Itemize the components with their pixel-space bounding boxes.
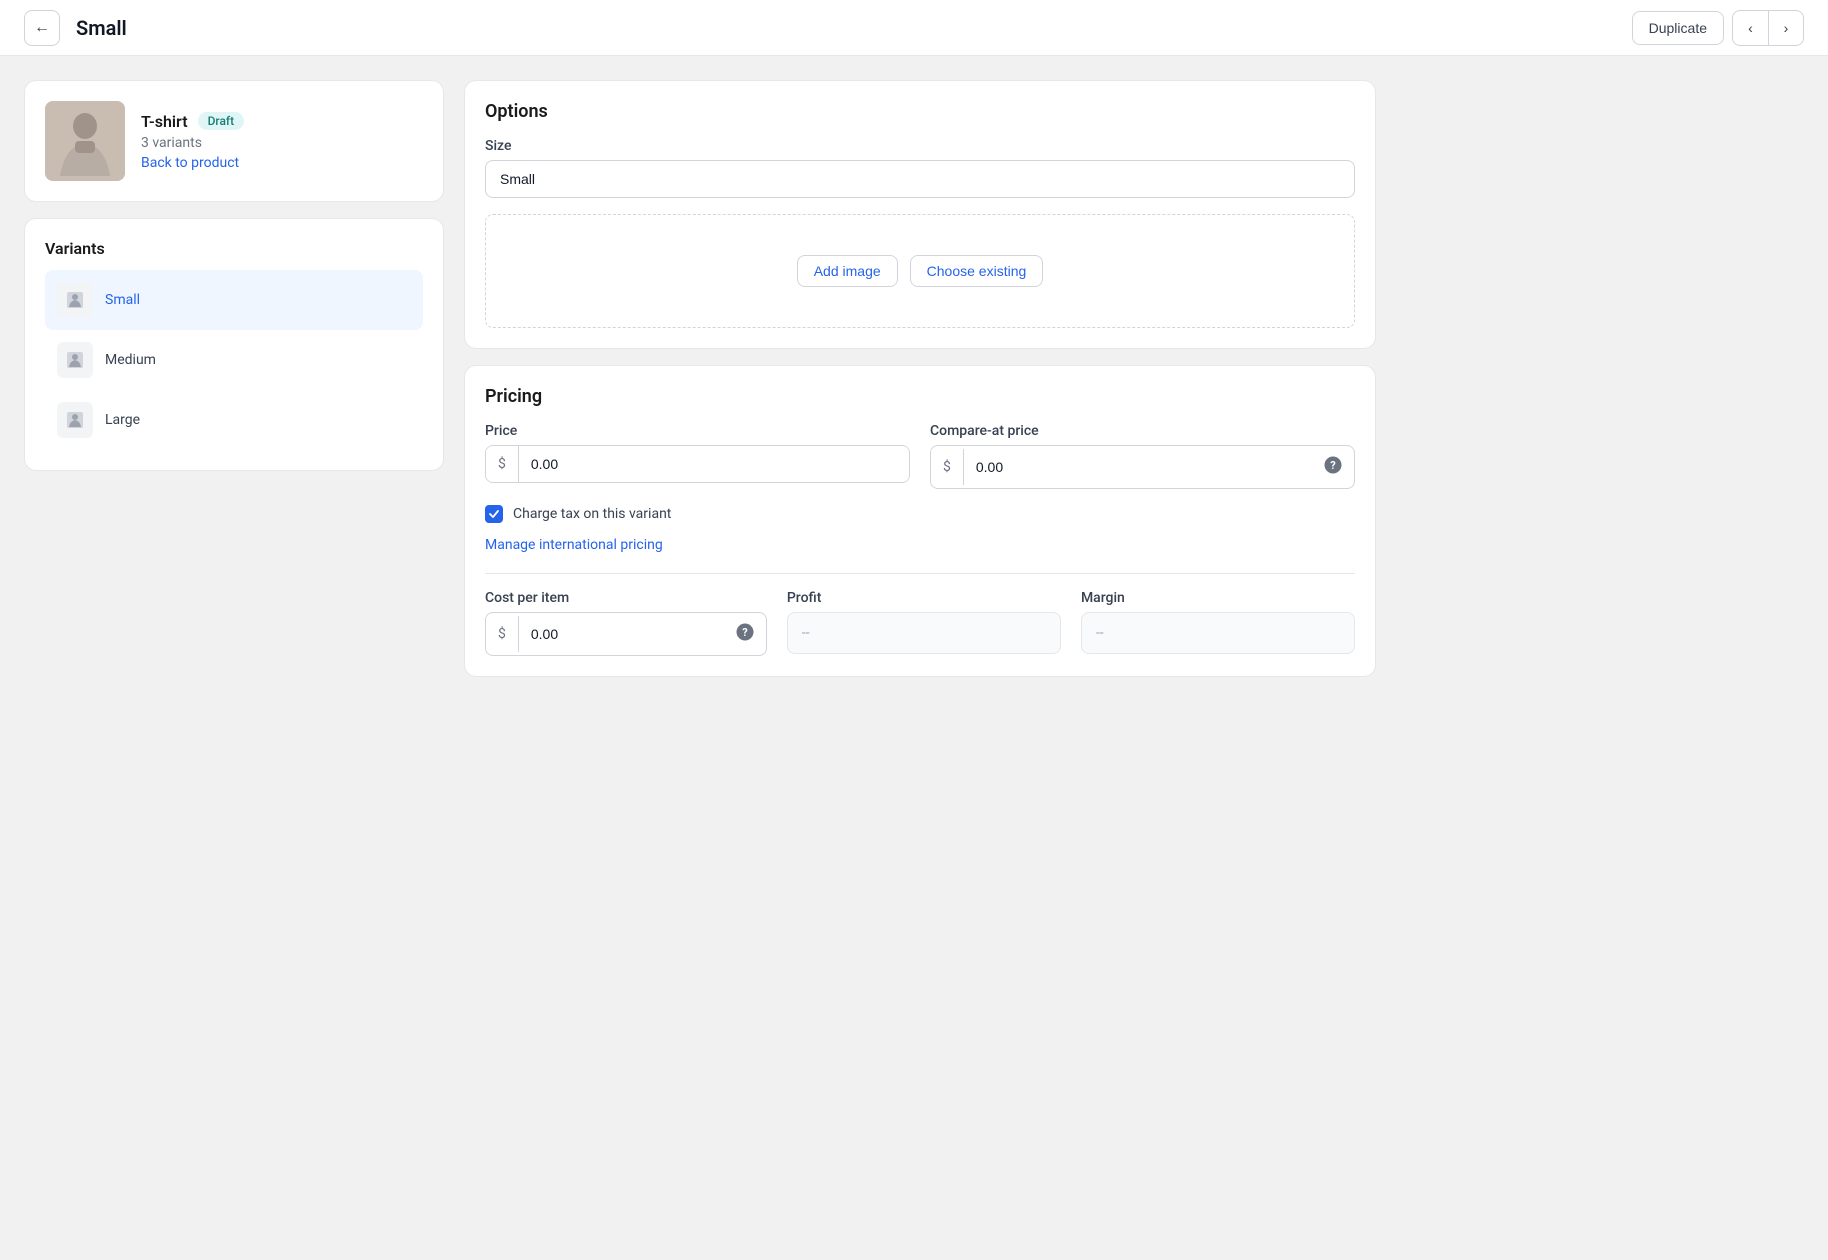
svg-text:?: ? bbox=[1330, 459, 1336, 472]
variant-item-large[interactable]: Large bbox=[45, 390, 423, 450]
cost-row: Cost per item $ ? Profit - bbox=[485, 590, 1355, 656]
variant-item-small[interactable]: Small bbox=[45, 270, 423, 330]
top-bar: ← Small Duplicate ‹ › bbox=[0, 0, 1828, 56]
svg-text:?: ? bbox=[742, 626, 748, 639]
cost-input[interactable] bbox=[519, 616, 724, 652]
variant-icon-large bbox=[57, 402, 93, 438]
price-label: Price bbox=[485, 423, 910, 439]
margin-label: Margin bbox=[1081, 590, 1355, 606]
options-card: Options Size Add image Choose existing bbox=[464, 80, 1376, 349]
options-title: Options bbox=[485, 101, 1355, 122]
compare-help-icon[interactable]: ? bbox=[1312, 446, 1354, 488]
cost-field: Cost per item $ ? bbox=[485, 590, 767, 656]
cost-help-icon[interactable]: ? bbox=[724, 613, 766, 655]
variants-card: Variants Small bbox=[24, 218, 444, 471]
product-name-row: T-shirt Draft bbox=[141, 112, 244, 131]
next-icon: › bbox=[1784, 20, 1789, 36]
cost-label: Cost per item bbox=[485, 590, 767, 606]
profit-field: Profit -- bbox=[787, 590, 1061, 656]
draft-badge: Draft bbox=[198, 112, 245, 130]
margin-value: -- bbox=[1081, 612, 1355, 654]
image-upload-area: Add image Choose existing bbox=[485, 214, 1355, 328]
back-button[interactable]: ← bbox=[24, 10, 60, 46]
top-bar-right: Duplicate ‹ › bbox=[1632, 10, 1804, 46]
variants-title: Variants bbox=[45, 239, 423, 258]
next-button[interactable]: › bbox=[1768, 10, 1804, 46]
nav-buttons: ‹ › bbox=[1732, 10, 1804, 46]
variant-name-medium: Medium bbox=[105, 352, 156, 368]
product-image-svg bbox=[45, 101, 125, 181]
page-title: Small bbox=[76, 16, 127, 40]
product-name: T-shirt bbox=[141, 112, 188, 131]
manage-international-pricing-link[interactable]: Manage international pricing bbox=[485, 537, 663, 553]
size-label: Size bbox=[485, 138, 1355, 154]
left-column: T-shirt Draft 3 variants Back to product… bbox=[24, 80, 444, 677]
prev-icon: ‹ bbox=[1748, 20, 1753, 36]
variant-name-large: Large bbox=[105, 412, 140, 428]
compare-price-field: Compare-at price $ ? bbox=[930, 423, 1355, 489]
charge-tax-row: Charge tax on this variant bbox=[485, 505, 1355, 523]
variant-item-medium[interactable]: Medium bbox=[45, 330, 423, 390]
price-input-wrapper: $ bbox=[485, 445, 910, 483]
compare-price-input[interactable] bbox=[964, 449, 1312, 485]
margin-field: Margin -- bbox=[1081, 590, 1355, 656]
variants-count: 3 variants bbox=[141, 135, 244, 151]
variant-icon-medium bbox=[57, 342, 93, 378]
pricing-row: Price $ Compare-at price $ ? bbox=[485, 423, 1355, 489]
back-to-product-link[interactable]: Back to product bbox=[141, 155, 244, 171]
back-arrow-icon: ← bbox=[34, 19, 50, 37]
pricing-title: Pricing bbox=[485, 386, 1355, 407]
main-content: T-shirt Draft 3 variants Back to product… bbox=[0, 56, 1400, 701]
cost-prefix: $ bbox=[486, 616, 519, 652]
price-field: Price $ bbox=[485, 423, 910, 489]
compare-price-input-wrapper: $ ? bbox=[930, 445, 1355, 489]
top-bar-left: ← Small bbox=[24, 10, 127, 46]
size-input[interactable] bbox=[485, 160, 1355, 198]
profit-value: -- bbox=[787, 612, 1061, 654]
pricing-card: Pricing Price $ Compare-at price $ bbox=[464, 365, 1376, 677]
product-card: T-shirt Draft 3 variants Back to product bbox=[24, 80, 444, 202]
profit-label: Profit bbox=[787, 590, 1061, 606]
price-input[interactable] bbox=[519, 446, 909, 482]
choose-existing-button[interactable]: Choose existing bbox=[910, 255, 1044, 287]
charge-tax-label: Charge tax on this variant bbox=[513, 506, 671, 522]
duplicate-button[interactable]: Duplicate bbox=[1632, 11, 1724, 45]
charge-tax-checkbox[interactable] bbox=[485, 505, 503, 523]
add-image-button[interactable]: Add image bbox=[797, 255, 898, 287]
prev-button[interactable]: ‹ bbox=[1732, 10, 1768, 46]
cost-input-wrapper: $ ? bbox=[485, 612, 767, 656]
variant-name-small: Small bbox=[105, 292, 140, 308]
price-prefix: $ bbox=[486, 446, 519, 482]
product-image bbox=[45, 101, 125, 181]
pricing-divider bbox=[485, 573, 1355, 574]
variant-icon-small bbox=[57, 282, 93, 318]
compare-prefix: $ bbox=[931, 449, 964, 485]
checkmark-icon bbox=[488, 508, 500, 520]
product-info: T-shirt Draft 3 variants Back to product bbox=[141, 112, 244, 171]
compare-price-label: Compare-at price bbox=[930, 423, 1355, 439]
right-column: Options Size Add image Choose existing P… bbox=[464, 80, 1376, 677]
